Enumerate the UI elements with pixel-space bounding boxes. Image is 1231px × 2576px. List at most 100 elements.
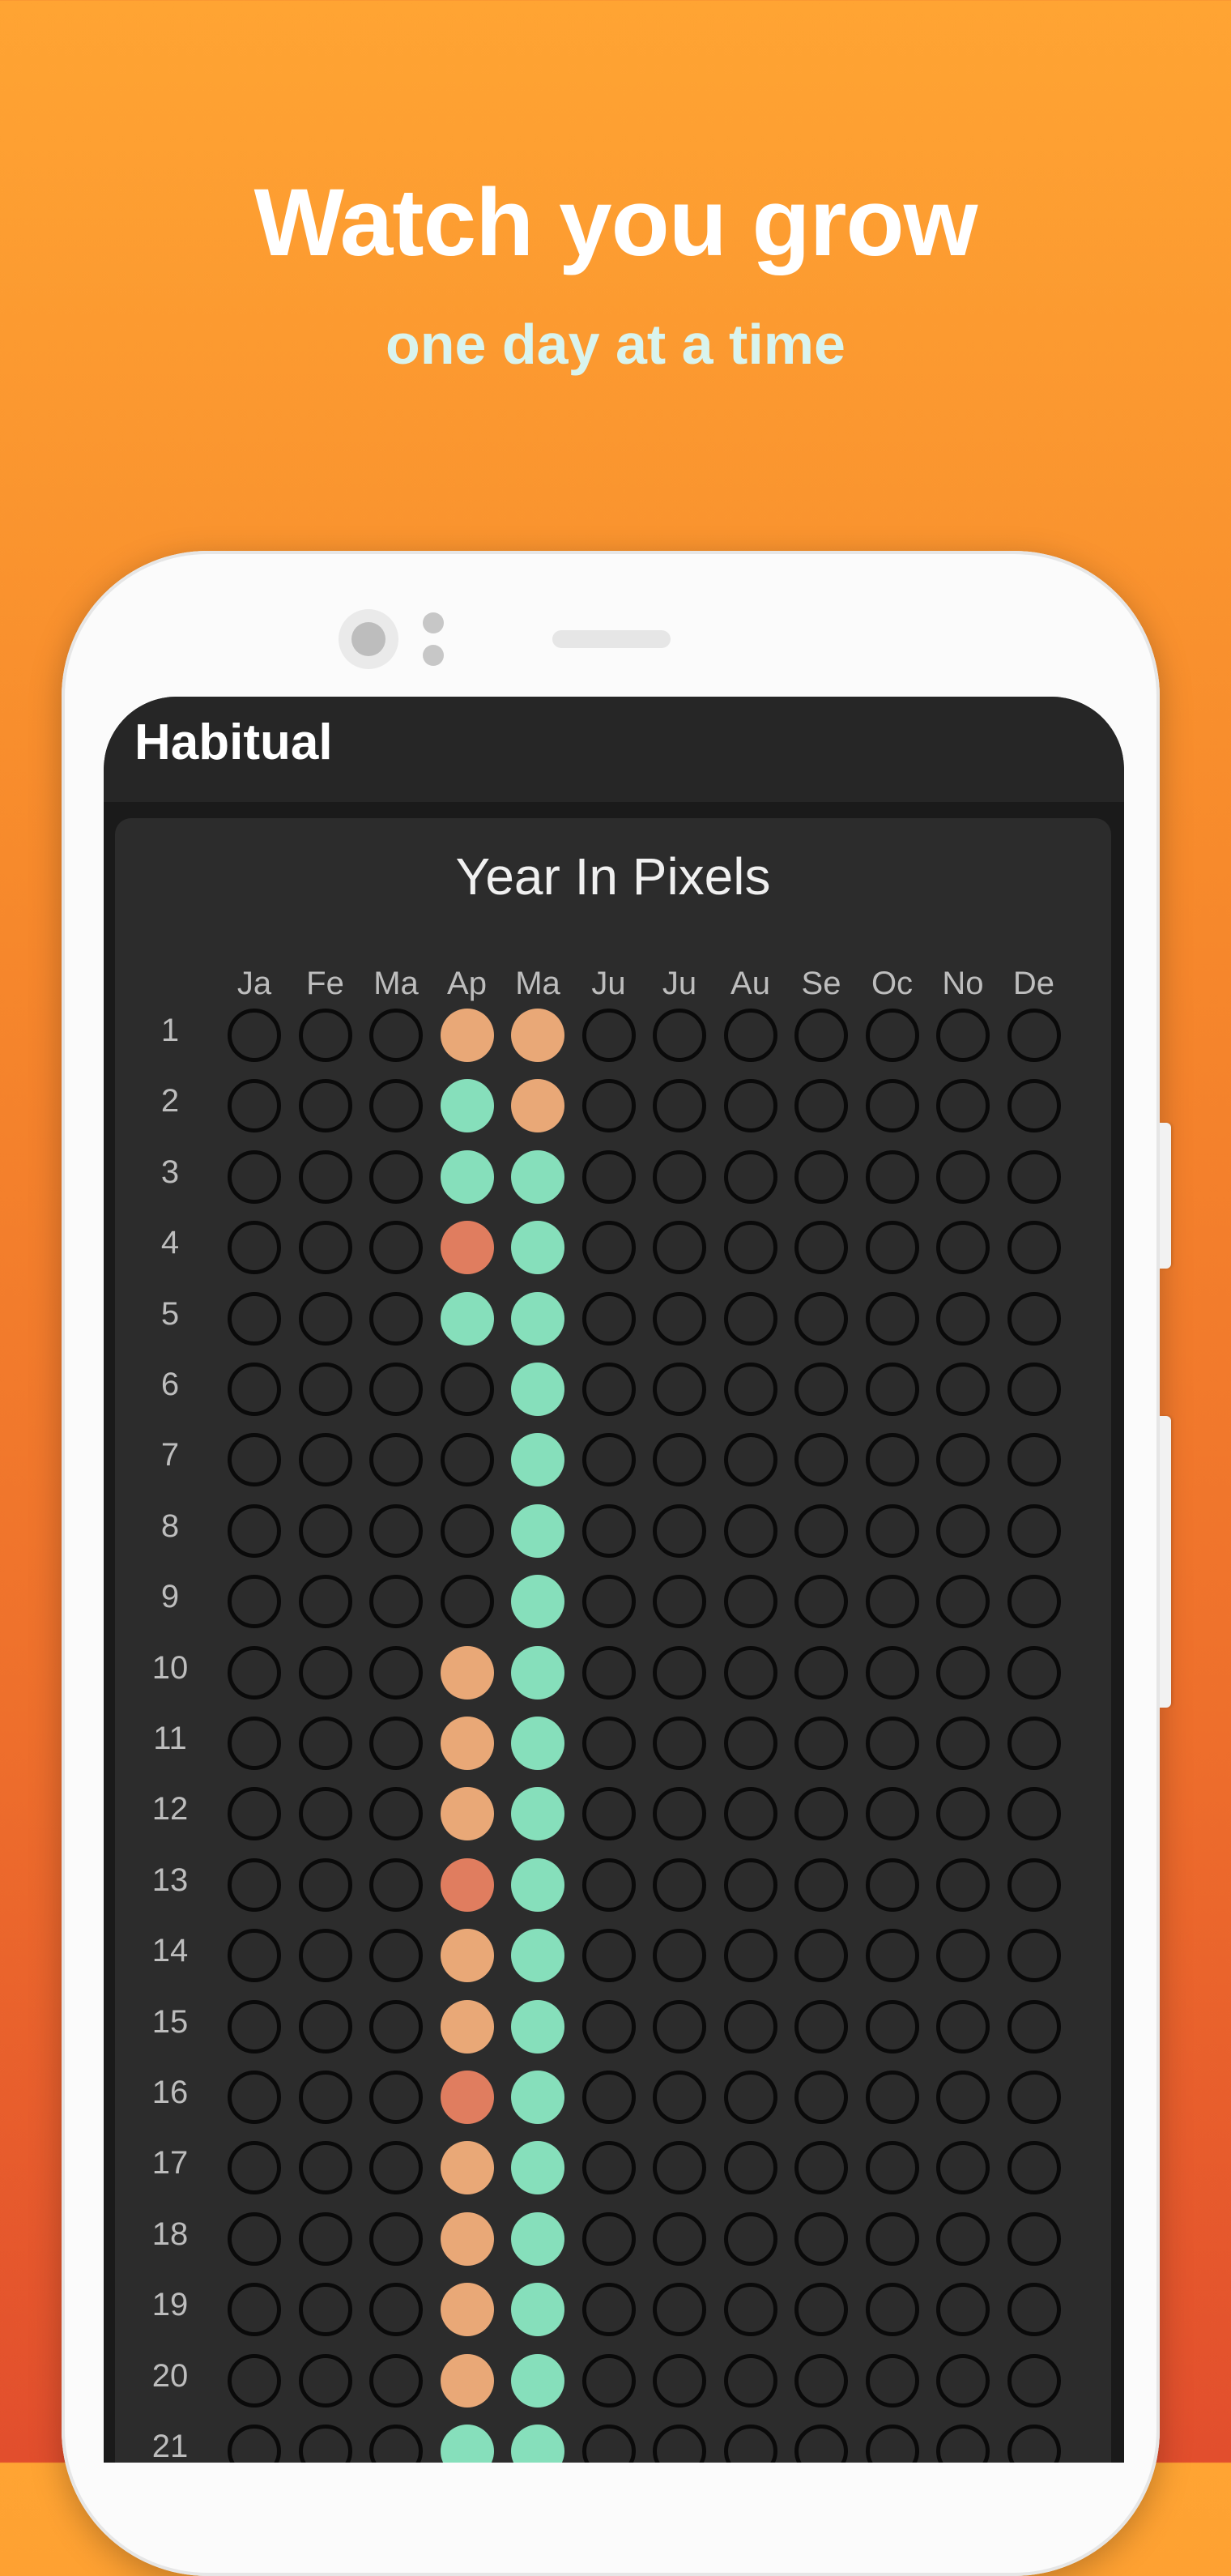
day-pixel[interactable] [1007, 1929, 1061, 1983]
day-pixel[interactable] [865, 1363, 919, 1416]
day-pixel[interactable] [1007, 1079, 1061, 1133]
day-pixel[interactable] [936, 2071, 990, 2124]
day-pixel[interactable] [865, 1149, 919, 1204]
day-pixel[interactable] [581, 1221, 636, 1275]
day-pixel[interactable] [298, 2425, 352, 2463]
day-pixel[interactable] [440, 1363, 494, 1416]
day-pixel[interactable] [653, 1149, 706, 1204]
day-pixel[interactable] [298, 1717, 352, 1770]
day-pixel[interactable] [653, 2141, 706, 2195]
day-pixel[interactable] [298, 1433, 352, 1487]
day-pixel[interactable] [440, 1999, 494, 2054]
day-pixel[interactable] [936, 2211, 990, 2266]
day-pixel[interactable] [1007, 1221, 1061, 1275]
day-pixel[interactable] [1007, 1645, 1061, 1700]
day-pixel[interactable] [653, 2071, 706, 2124]
day-pixel[interactable] [1007, 1575, 1061, 1629]
day-pixel[interactable] [511, 1787, 564, 1841]
day-pixel[interactable] [298, 1999, 352, 2054]
day-pixel[interactable] [723, 2353, 777, 2408]
day-pixel[interactable] [511, 2071, 564, 2124]
day-pixel[interactable] [581, 2353, 636, 2408]
day-pixel[interactable] [369, 1149, 423, 1204]
day-pixel[interactable] [1007, 2071, 1061, 2124]
day-pixel[interactable] [228, 1221, 281, 1275]
day-pixel[interactable] [865, 1079, 919, 1133]
day-pixel[interactable] [936, 1999, 990, 2054]
day-pixel[interactable] [511, 1433, 564, 1487]
day-pixel[interactable] [298, 1009, 352, 1062]
day-pixel[interactable] [865, 2211, 919, 2266]
day-pixel[interactable] [581, 1363, 636, 1416]
day-pixel[interactable] [1007, 1503, 1061, 1558]
day-pixel[interactable] [228, 1291, 281, 1346]
day-pixel[interactable] [653, 1503, 706, 1558]
day-pixel[interactable] [228, 1575, 281, 1629]
day-pixel[interactable] [581, 2141, 636, 2195]
day-pixel[interactable] [369, 2211, 423, 2266]
day-pixel[interactable] [298, 1787, 352, 1841]
day-pixel[interactable] [298, 1079, 352, 1133]
day-pixel[interactable] [865, 1433, 919, 1487]
day-pixel[interactable] [653, 1645, 706, 1700]
day-pixel[interactable] [298, 2071, 352, 2124]
day-pixel[interactable] [1007, 2425, 1061, 2463]
day-pixel[interactable] [440, 2353, 494, 2408]
day-pixel[interactable] [369, 1079, 423, 1133]
day-pixel[interactable] [936, 1857, 990, 1912]
day-pixel[interactable] [723, 1363, 777, 1416]
day-pixel[interactable] [298, 1363, 352, 1416]
day-pixel[interactable] [369, 1291, 423, 1346]
day-pixel[interactable] [865, 1645, 919, 1700]
day-pixel[interactable] [581, 1857, 636, 1912]
day-pixel[interactable] [440, 1221, 494, 1275]
day-pixel[interactable] [936, 1503, 990, 1558]
day-pixel[interactable] [723, 1645, 777, 1700]
day-pixel[interactable] [865, 1929, 919, 1983]
day-pixel[interactable] [440, 1787, 494, 1841]
day-pixel[interactable] [581, 1433, 636, 1487]
day-pixel[interactable] [794, 1009, 848, 1062]
day-pixel[interactable] [440, 2425, 494, 2463]
day-pixel[interactable] [511, 1363, 564, 1416]
day-pixel[interactable] [228, 1503, 281, 1558]
day-pixel[interactable] [1007, 2141, 1061, 2195]
day-pixel[interactable] [1007, 1433, 1061, 1487]
day-pixel[interactable] [440, 1433, 494, 1487]
day-pixel[interactable] [865, 1717, 919, 1770]
day-pixel[interactable] [1007, 1009, 1061, 1062]
day-pixel[interactable] [936, 2353, 990, 2408]
day-pixel[interactable] [794, 2211, 848, 2266]
day-pixel[interactable] [228, 1717, 281, 1770]
day-pixel[interactable] [369, 1363, 423, 1416]
day-pixel[interactable] [794, 2425, 848, 2463]
day-pixel[interactable] [723, 1787, 777, 1841]
day-pixel[interactable] [794, 1929, 848, 1983]
day-pixel[interactable] [794, 1149, 848, 1204]
day-pixel[interactable] [298, 1149, 352, 1204]
day-pixel[interactable] [794, 1857, 848, 1912]
day-pixel[interactable] [581, 1929, 636, 1983]
day-pixel[interactable] [298, 2211, 352, 2266]
day-pixel[interactable] [653, 1079, 706, 1133]
day-pixel[interactable] [228, 1645, 281, 1700]
day-pixel[interactable] [511, 2141, 564, 2195]
day-pixel[interactable] [298, 1575, 352, 1629]
day-pixel[interactable] [723, 1149, 777, 1204]
day-pixel[interactable] [1007, 2353, 1061, 2408]
day-pixel[interactable] [369, 1575, 423, 1629]
day-pixel[interactable] [653, 1433, 706, 1487]
day-pixel[interactable] [794, 1291, 848, 1346]
day-pixel[interactable] [723, 2071, 777, 2124]
day-pixel[interactable] [228, 1999, 281, 2054]
day-pixel[interactable] [723, 2141, 777, 2195]
day-pixel[interactable] [794, 1221, 848, 1275]
day-pixel[interactable] [936, 1221, 990, 1275]
day-pixel[interactable] [723, 1717, 777, 1770]
day-pixel[interactable] [369, 2353, 423, 2408]
day-pixel[interactable] [794, 1575, 848, 1629]
day-pixel[interactable] [865, 1787, 919, 1841]
day-pixel[interactable] [936, 1291, 990, 1346]
day-pixel[interactable] [865, 2353, 919, 2408]
day-pixel[interactable] [228, 1433, 281, 1487]
